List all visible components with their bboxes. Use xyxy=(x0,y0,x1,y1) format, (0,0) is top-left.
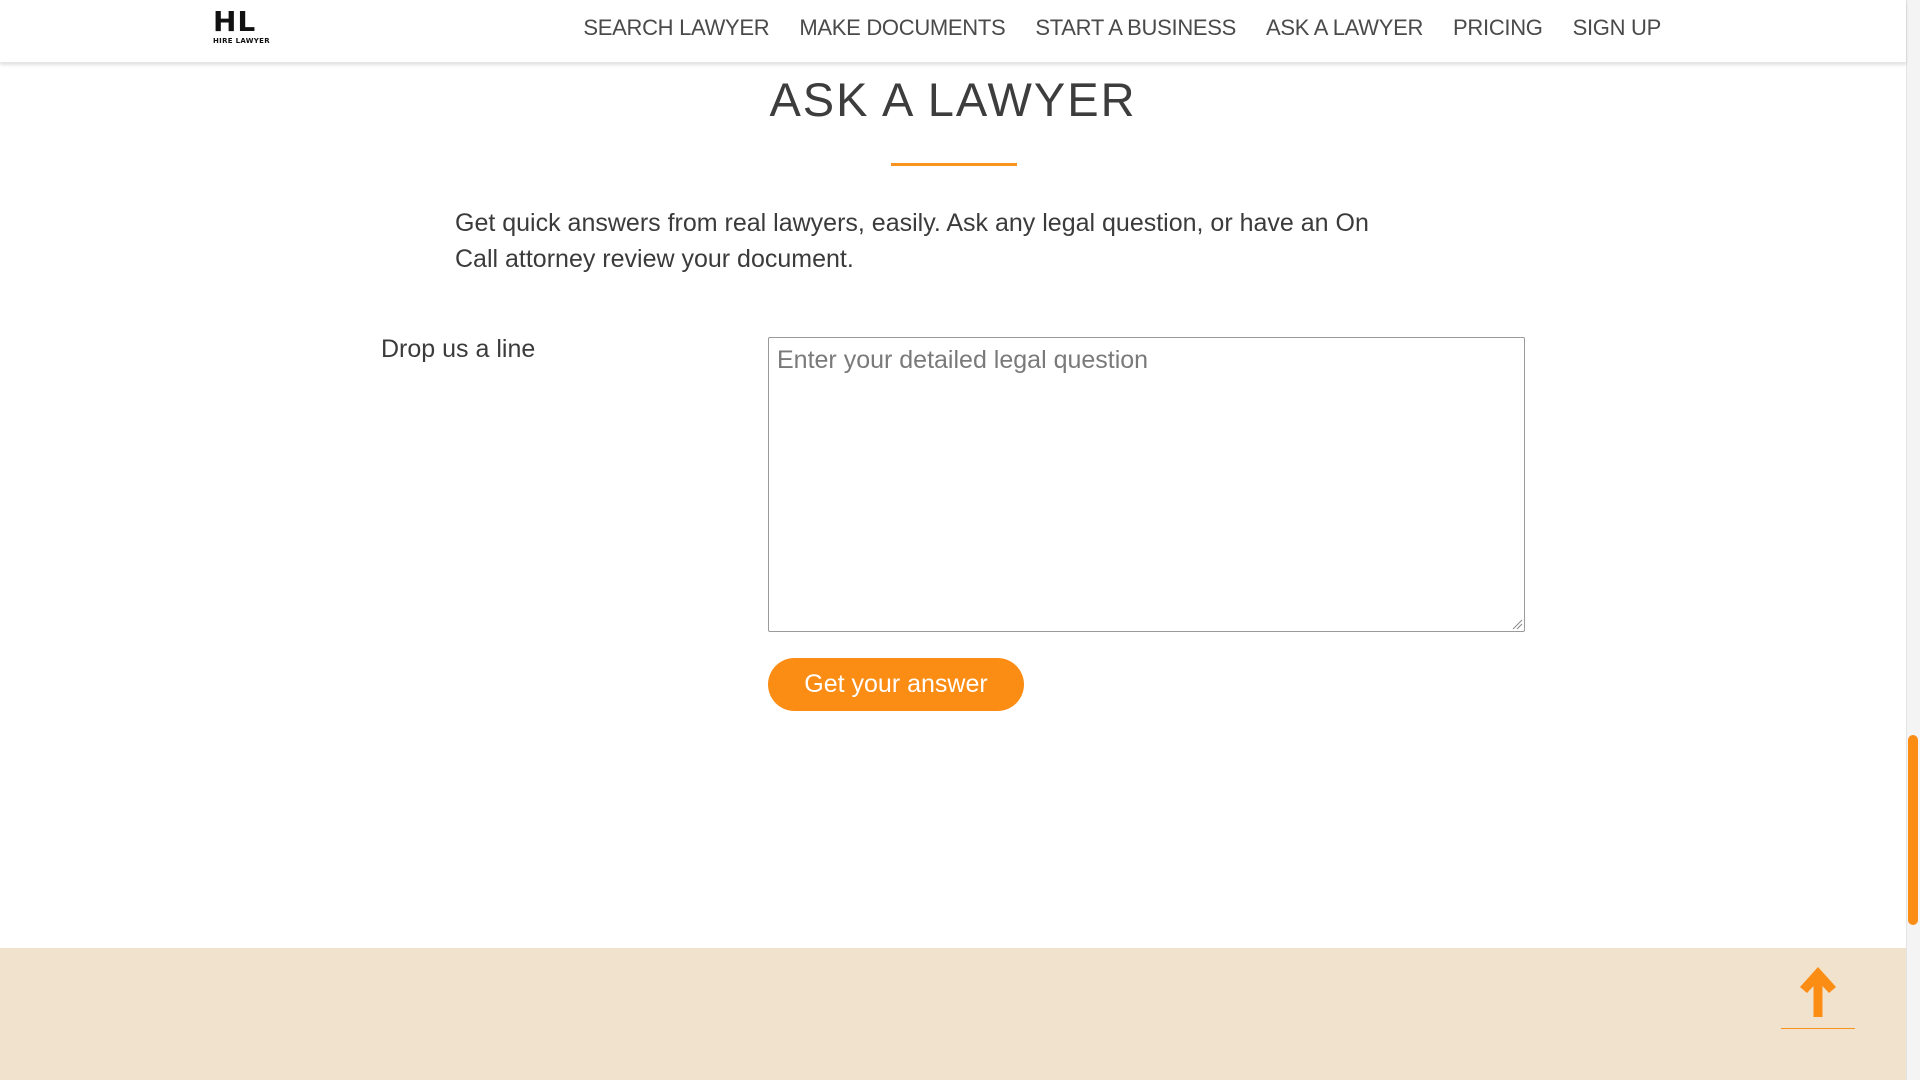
footer xyxy=(0,948,1906,1080)
scrollbar-thumb[interactable] xyxy=(1908,735,1918,925)
get-your-answer-button[interactable]: Get your answer xyxy=(768,658,1024,711)
page-title: ASK A LAWYER xyxy=(769,73,1137,126)
back-to-top-underline xyxy=(1781,1028,1855,1029)
logo-mark: HL xyxy=(213,5,257,38)
nav-make-documents[interactable]: MAKE DOCUMENTS xyxy=(799,15,1005,41)
nav-sign-up[interactable]: SIGN UP xyxy=(1573,15,1662,41)
nav-ask-a-lawyer[interactable]: ASK A LAWYER xyxy=(1266,15,1423,41)
nav-start-a-business[interactable]: START A BUSINESS xyxy=(1035,15,1236,41)
hire-lawyer-logo[interactable]: HL HIRE LAWYER xyxy=(213,8,283,48)
resize-grip-icon[interactable] xyxy=(1510,617,1523,630)
title-underline xyxy=(891,163,1017,166)
nav-pricing[interactable]: PRICING xyxy=(1453,15,1543,41)
page: HL HIRE LAWYER SEARCH LAWYER MAKE DOCUME… xyxy=(0,0,1920,1080)
nav-search-lawyer[interactable]: SEARCH LAWYER xyxy=(583,15,769,41)
intro-text: Get quick answers from real lawyers, eas… xyxy=(455,209,1369,273)
logo-subtitle: HIRE LAWYER xyxy=(213,37,270,45)
top-navigation-bar: HL HIRE LAWYER SEARCH LAWYER MAKE DOCUME… xyxy=(0,0,1906,63)
main-nav: SEARCH LAWYER MAKE DOCUMENTS START A BUS… xyxy=(553,0,1661,56)
question-textarea[interactable] xyxy=(768,337,1525,632)
arrow-up-icon xyxy=(1800,967,1836,1017)
question-label: Drop us a line xyxy=(381,335,536,363)
back-to-top-button[interactable] xyxy=(1781,963,1855,1029)
